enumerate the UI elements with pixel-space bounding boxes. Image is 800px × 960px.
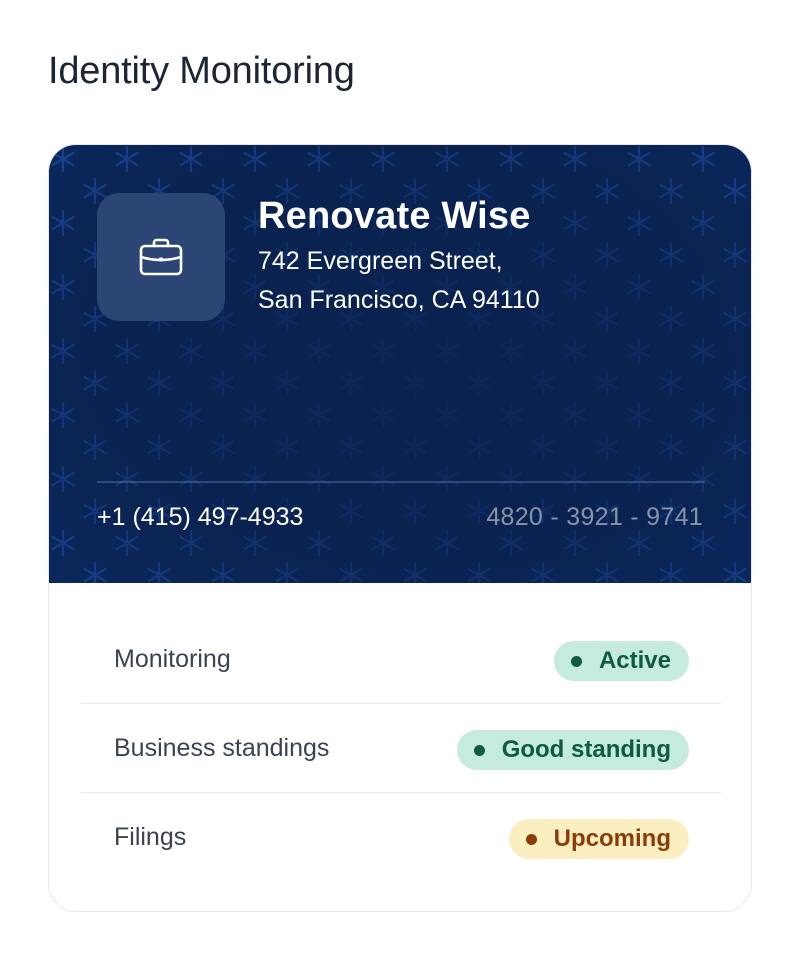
phone-number: +1 (415) 497-4933 <box>97 503 304 531</box>
status-dot-icon <box>570 655 582 667</box>
page-title: Identity Monitoring <box>48 50 355 92</box>
status-badge: Upcoming <box>508 819 689 859</box>
banner-divider <box>97 481 705 483</box>
status-label: Monitoring <box>114 645 231 673</box>
status-badge-text: Upcoming <box>553 825 671 852</box>
business-name: Renovate Wise <box>258 195 531 237</box>
status-dot-icon <box>473 744 485 756</box>
status-label: Filings <box>114 823 187 851</box>
briefcase-icon <box>139 238 183 276</box>
address-line-1: 742 Evergreen Street, <box>258 247 503 275</box>
status-row-monitoring: Monitoring Active <box>81 615 721 704</box>
address-line-2: San Francisco, CA 94110 <box>258 286 540 314</box>
status-badge: Good standing <box>456 730 689 770</box>
status-list: Monitoring Active Business standings Goo… <box>81 615 721 881</box>
status-label: Business standings <box>114 734 330 762</box>
status-row-filings: Filings Upcoming <box>81 793 721 881</box>
status-badge: Active <box>553 641 689 681</box>
status-badge-text: Active <box>598 647 671 674</box>
business-identity-banner: Renovate Wise 742 Evergreen Street, San … <box>49 145 751 583</box>
identity-monitoring-card: Renovate Wise 742 Evergreen Street, San … <box>48 144 752 912</box>
account-number: 4820 - 3921 - 9741 <box>486 503 703 531</box>
status-row-business-standings: Business standings Good standing <box>81 704 721 793</box>
business-icon-tile <box>97 193 225 321</box>
status-dot-icon <box>525 833 537 845</box>
status-badge-text: Good standing <box>501 736 671 763</box>
